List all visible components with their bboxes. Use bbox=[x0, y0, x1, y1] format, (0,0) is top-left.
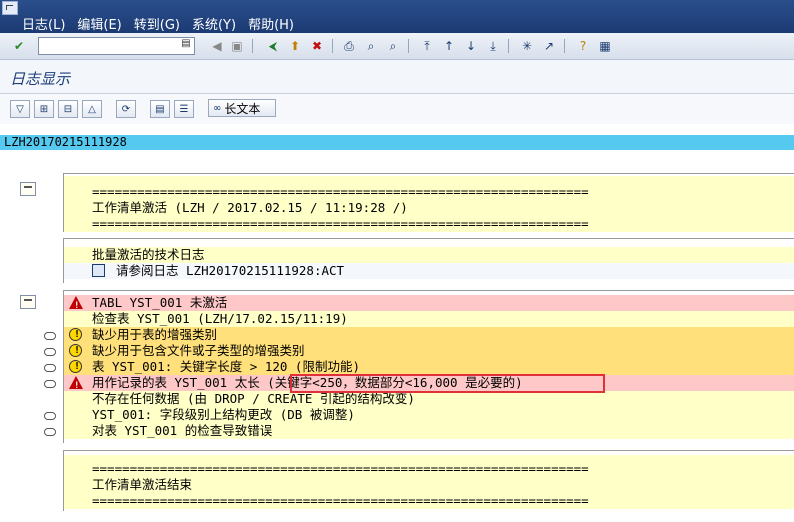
expand-all-icon[interactable]: ▽ bbox=[10, 100, 30, 118]
message-row: 不存在任何数据 (由 DROP / CREATE 引起的结构改变) bbox=[64, 391, 794, 407]
separator-line: ========================================… bbox=[64, 184, 794, 200]
application-toolbar: ▽ ⊞ ⊟ △ ⟳ ▤ ☰ bbox=[0, 94, 794, 124]
layout-icon[interactable]: ▦ bbox=[596, 37, 614, 55]
new-session-icon[interactable]: ✳ bbox=[518, 37, 536, 55]
long-text-bubble-icon[interactable] bbox=[44, 364, 56, 372]
toolbar-separator bbox=[408, 39, 409, 53]
save-icon[interactable]: ▣ bbox=[228, 37, 246, 55]
refresh-icon[interactable]: ⟳ bbox=[116, 100, 136, 118]
cancel-icon[interactable]: ✖ bbox=[308, 37, 326, 55]
message-row: 对表 YST_001 的检查导致错误 bbox=[64, 423, 794, 439]
first-page-icon[interactable]: ⤒ bbox=[418, 37, 436, 55]
command-field[interactable]: ▤ bbox=[38, 37, 195, 55]
menu-bar: 日志(L) 编辑(E) 转到(G) 系统(Y) 帮助(H) bbox=[0, 0, 794, 33]
next-page-icon[interactable]: ↓ bbox=[462, 37, 480, 55]
message-row: 缺少用于包含文件或子类型的增强类别 bbox=[64, 343, 794, 359]
long-text-bubble-icon[interactable] bbox=[44, 348, 56, 356]
toolbar-separator bbox=[508, 39, 509, 53]
menu-goto[interactable]: 转到(G) bbox=[134, 14, 180, 33]
menu-log[interactable]: 日志(L) bbox=[22, 14, 65, 33]
toolbar-separator bbox=[252, 39, 253, 53]
header-panel: ========================================… bbox=[63, 173, 794, 232]
message-row: 表 YST_001: 关键字长度 > 120 (限制功能) bbox=[64, 359, 794, 375]
shortcut-icon[interactable]: ↗ bbox=[540, 37, 558, 55]
last-page-icon[interactable]: ⤓ bbox=[484, 37, 502, 55]
message-row: YST_001: 字段级别上结构更改 (DB 被调整) bbox=[64, 407, 794, 423]
messages-panel: TABL YST_001 未激活 检查表 YST_001 (LZH/17.02.… bbox=[63, 290, 794, 443]
history-dropdown-icon[interactable]: ▤ bbox=[180, 38, 192, 54]
collapse-icon[interactable]: ◀ bbox=[208, 37, 226, 55]
list-icon[interactable]: ☰ bbox=[174, 100, 194, 118]
page-title: 日志显示 bbox=[10, 70, 71, 88]
message-row: 检查表 YST_001 (LZH/17.02.15/11:19) bbox=[64, 311, 794, 327]
search-log-icon[interactable] bbox=[92, 264, 105, 277]
system-menu-icon[interactable] bbox=[2, 1, 18, 15]
menu-system[interactable]: 系统(Y) bbox=[192, 14, 236, 33]
long-text-bubble-icon[interactable] bbox=[44, 332, 56, 340]
exit-icon[interactable]: ⬆ bbox=[286, 37, 304, 55]
separator-line: ========================================… bbox=[64, 493, 794, 509]
prev-page-icon[interactable]: ↑ bbox=[440, 37, 458, 55]
separator-line: ========================================… bbox=[64, 216, 794, 232]
node-icon[interactable] bbox=[20, 182, 36, 196]
command-input[interactable] bbox=[39, 38, 178, 53]
check-icon[interactable]: ✔ bbox=[10, 37, 28, 55]
collapse-all-icon[interactable]: △ bbox=[82, 100, 102, 118]
separator-line: ========================================… bbox=[64, 461, 794, 477]
warning-icon bbox=[69, 327, 82, 343]
collapse-subtree-icon[interactable]: ⊟ bbox=[58, 100, 78, 118]
tech-log-panel: 批量激活的技术日志 请参阅日志 LZH20170215111928:ACT bbox=[63, 238, 794, 283]
detail-icon[interactable]: ▤ bbox=[150, 100, 170, 118]
message-row: TABL YST_001 未激活 bbox=[64, 295, 794, 314]
error-icon bbox=[69, 296, 83, 314]
menu-help[interactable]: 帮助(H) bbox=[248, 14, 294, 33]
node-icon[interactable] bbox=[20, 295, 36, 309]
log-content: ========================================… bbox=[0, 150, 794, 522]
log-id-bar: LZH20170215111928 bbox=[0, 135, 794, 150]
highlight-box bbox=[290, 374, 605, 393]
warning-icon bbox=[69, 359, 82, 375]
title-bar: 日志显示 bbox=[0, 60, 794, 94]
message-row: 缺少用于表的增强类别 bbox=[64, 327, 794, 343]
menu-edit[interactable]: 编辑(E) bbox=[77, 14, 121, 33]
glasses-icon: ∞ bbox=[213, 102, 222, 114]
error-icon bbox=[69, 376, 83, 394]
tech-log-link-row: 请参阅日志 LZH20170215111928:ACT bbox=[64, 263, 794, 279]
find-next-icon[interactable]: ⌕ bbox=[384, 37, 402, 55]
warning-icon bbox=[69, 343, 82, 359]
tech-log-title: 批量激活的技术日志 bbox=[64, 247, 794, 263]
toolbar-separator bbox=[332, 39, 333, 53]
standard-toolbar: ✔ ▤ ◀ ▣ ⮜ ⬆ ✖ ⎙ ⌕ ⌕ ⤒ ↑ ↓ ⤓ ✳ ↗ ? ▦ bbox=[0, 33, 794, 60]
expand-subtree-icon[interactable]: ⊞ bbox=[34, 100, 54, 118]
long-text-button[interactable]: ∞ 长文本 bbox=[208, 99, 276, 117]
footer-panel: ========================================… bbox=[63, 450, 794, 511]
toolbar-separator bbox=[564, 39, 565, 53]
help-icon[interactable]: ? bbox=[574, 37, 592, 55]
find-icon[interactable]: ⌕ bbox=[362, 37, 380, 55]
print-icon[interactable]: ⎙ bbox=[340, 37, 358, 55]
long-text-bubble-icon[interactable] bbox=[44, 428, 56, 436]
worklist-activation-title: 工作清单激活 (LZH / 2017.02.15 / 11:19:28 /) bbox=[64, 200, 794, 216]
long-text-label: 长文本 bbox=[224, 101, 261, 116]
back-icon[interactable]: ⮜ bbox=[264, 37, 282, 55]
worklist-activation-end: 工作清单激活结束 bbox=[64, 477, 794, 493]
tech-log-link[interactable]: 请参阅日志 LZH20170215111928:ACT bbox=[116, 263, 344, 279]
long-text-bubble-icon[interactable] bbox=[44, 380, 56, 388]
long-text-bubble-icon[interactable] bbox=[44, 412, 56, 420]
